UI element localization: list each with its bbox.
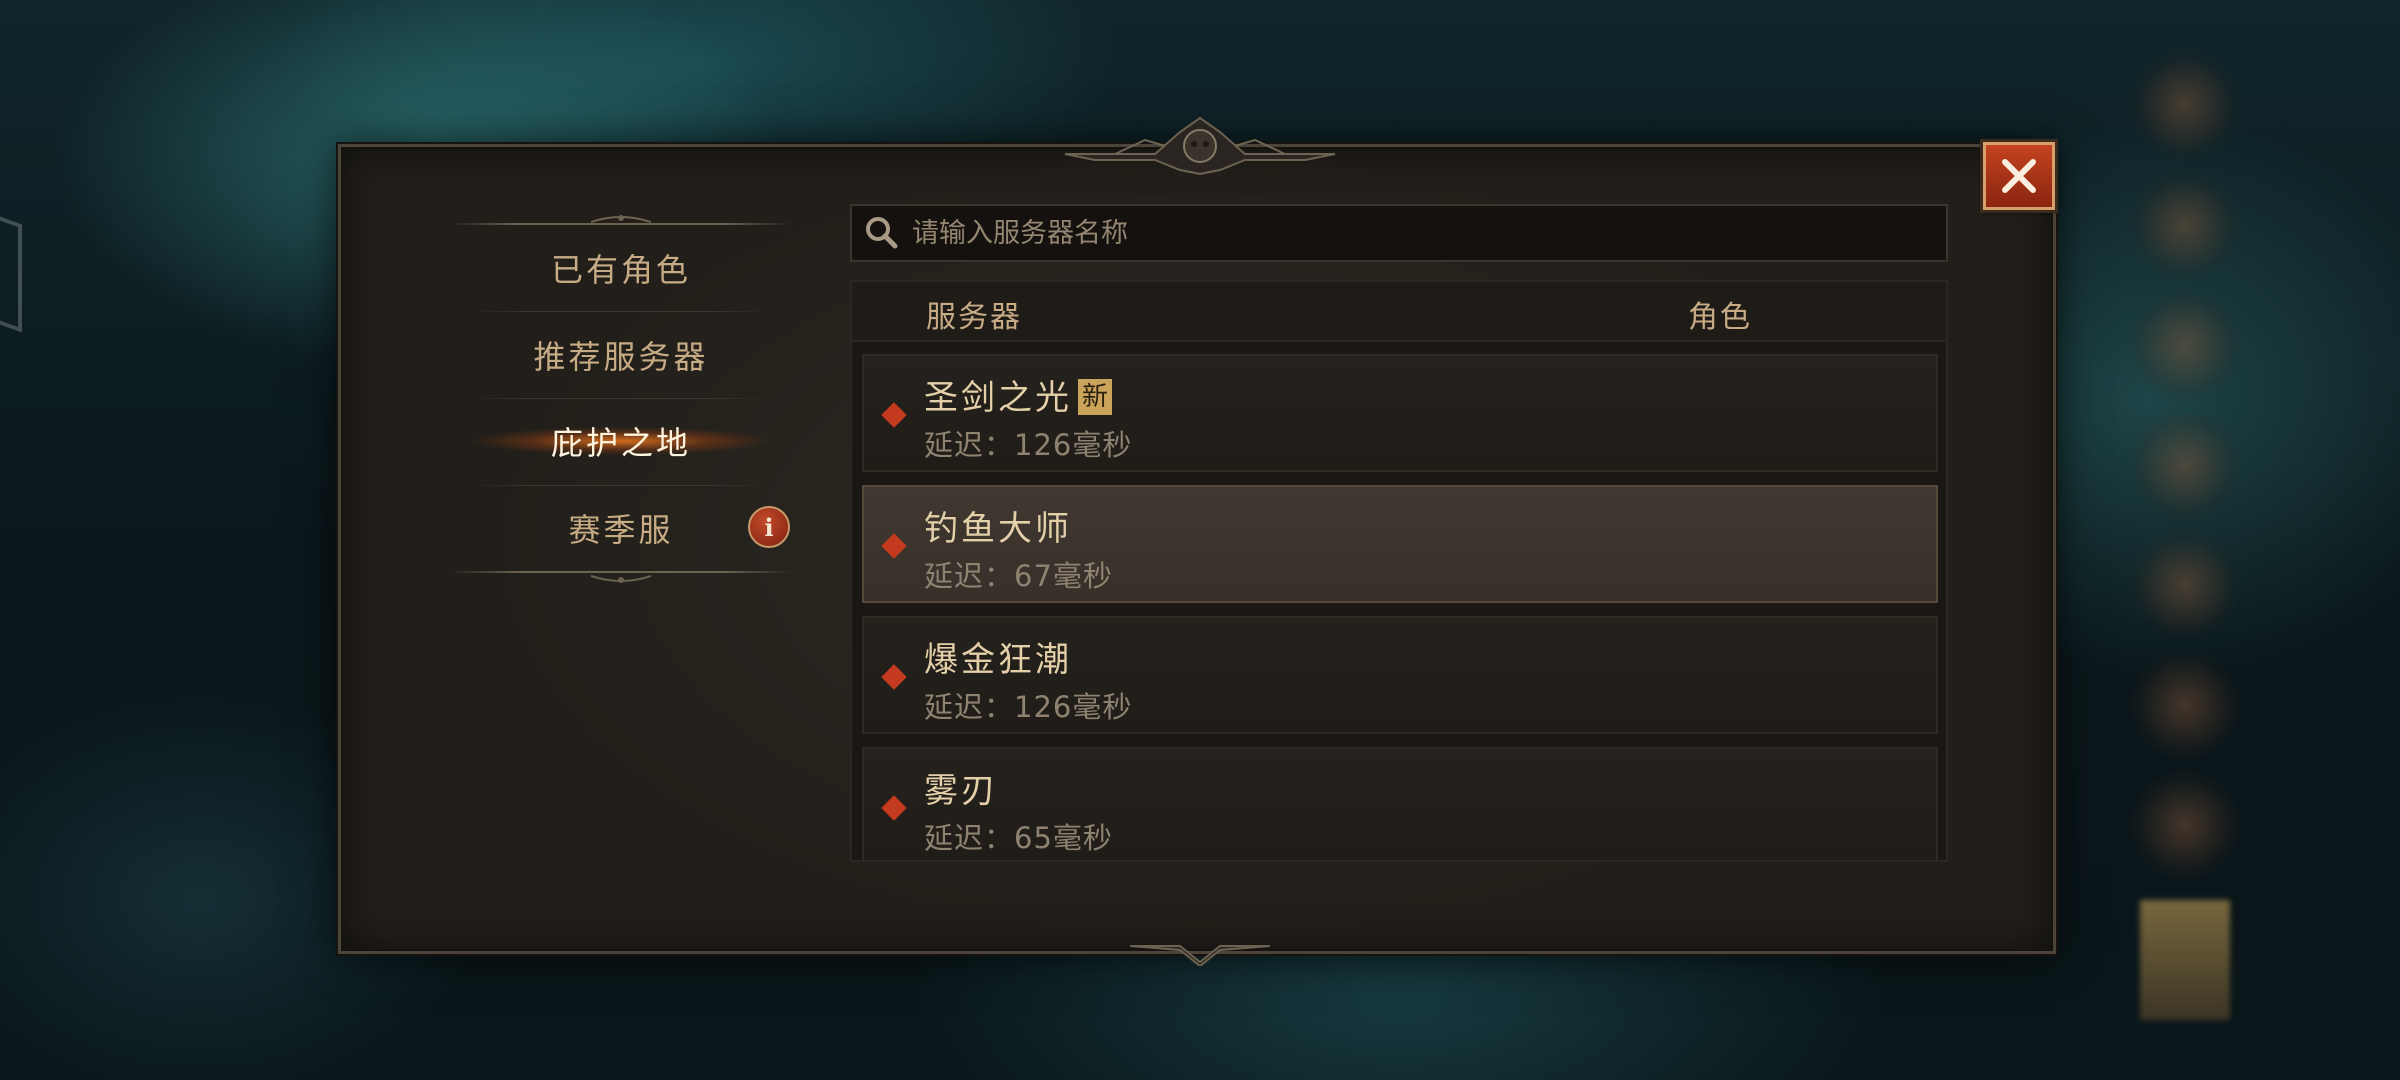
background-ornament — [2130, 170, 2240, 280]
background-banner — [2140, 900, 2230, 1020]
sidebar-item-label: 庇护之地 — [550, 424, 691, 462]
info-icon[interactable]: i — [748, 506, 790, 548]
server-row[interactable]: 钓鱼大师 延迟：67毫秒 — [862, 485, 1938, 603]
sidebar-top-border — [450, 223, 792, 225]
server-name: 钓鱼大师 — [924, 509, 1072, 549]
server-row[interactable]: 爆金狂潮 延迟：126毫秒 — [862, 616, 1938, 734]
diamond-icon — [881, 795, 907, 821]
bottom-ornament-icon — [1130, 945, 1270, 966]
background-ornament — [2130, 650, 2240, 760]
server-row[interactable]: 雾刃 延迟：65毫秒 — [862, 747, 1938, 860]
close-button[interactable] — [1983, 142, 2055, 210]
sidebar-item-sanctuary[interactable]: 庇护之地 — [450, 399, 792, 483]
sidebar-item-season-server[interactable]: 赛季服 — [450, 486, 792, 570]
server-search-box[interactable] — [850, 204, 1948, 262]
diamond-icon — [881, 402, 907, 428]
server-name-line: 圣剑之光新 — [924, 370, 1113, 419]
column-header-server: 服务器 — [926, 300, 1022, 335]
server-name: 爆金狂潮 — [924, 640, 1072, 680]
search-input[interactable] — [910, 216, 1914, 250]
sidebar-item-existing-characters[interactable]: 已有角色 — [450, 226, 792, 310]
left-edge-frame — [0, 205, 22, 333]
server-latency: 延迟：65毫秒 — [924, 821, 1113, 855]
column-header-role: 角色 — [1688, 300, 1752, 335]
sidebar-item-label: 已有角色 — [550, 251, 691, 289]
server-list-panel: 服务器 角色 圣剑之光新 延迟：126毫秒 钓鱼大师 延迟：67毫秒 爆金狂潮 … — [850, 280, 1948, 862]
server-name: 雾刃 — [924, 771, 998, 811]
sidebar-item-label: 赛季服 — [568, 511, 674, 549]
list-header: 服务器 角色 — [852, 282, 1946, 342]
skull-ornament-icon — [1064, 116, 1336, 176]
sidebar-divider — [470, 311, 770, 312]
info-icon-glyph: i — [764, 512, 774, 542]
background-ornament — [2130, 290, 2240, 400]
background-ornament — [2130, 530, 2240, 640]
search-icon — [866, 217, 898, 249]
server-latency: 延迟：67毫秒 — [924, 559, 1113, 593]
diamond-icon — [881, 664, 907, 690]
server-latency: 延迟：126毫秒 — [924, 690, 1133, 724]
new-badge: 新 — [1078, 379, 1113, 415]
diamond-icon — [881, 533, 907, 559]
background-ornament — [2130, 410, 2240, 520]
sidebar-bottom-ornament-icon — [591, 575, 651, 583]
server-name: 圣剑之光 — [924, 378, 1072, 418]
sidebar-item-recommended-servers[interactable]: 推荐服务器 — [450, 313, 792, 397]
server-latency: 延迟：126毫秒 — [924, 428, 1133, 462]
sidebar-item-label: 推荐服务器 — [533, 338, 709, 376]
background-ornament — [2130, 770, 2240, 880]
background-ornament — [2130, 50, 2240, 160]
server-row[interactable]: 圣剑之光新 延迟：126毫秒 — [862, 354, 1938, 472]
close-x-icon — [2002, 159, 2036, 193]
